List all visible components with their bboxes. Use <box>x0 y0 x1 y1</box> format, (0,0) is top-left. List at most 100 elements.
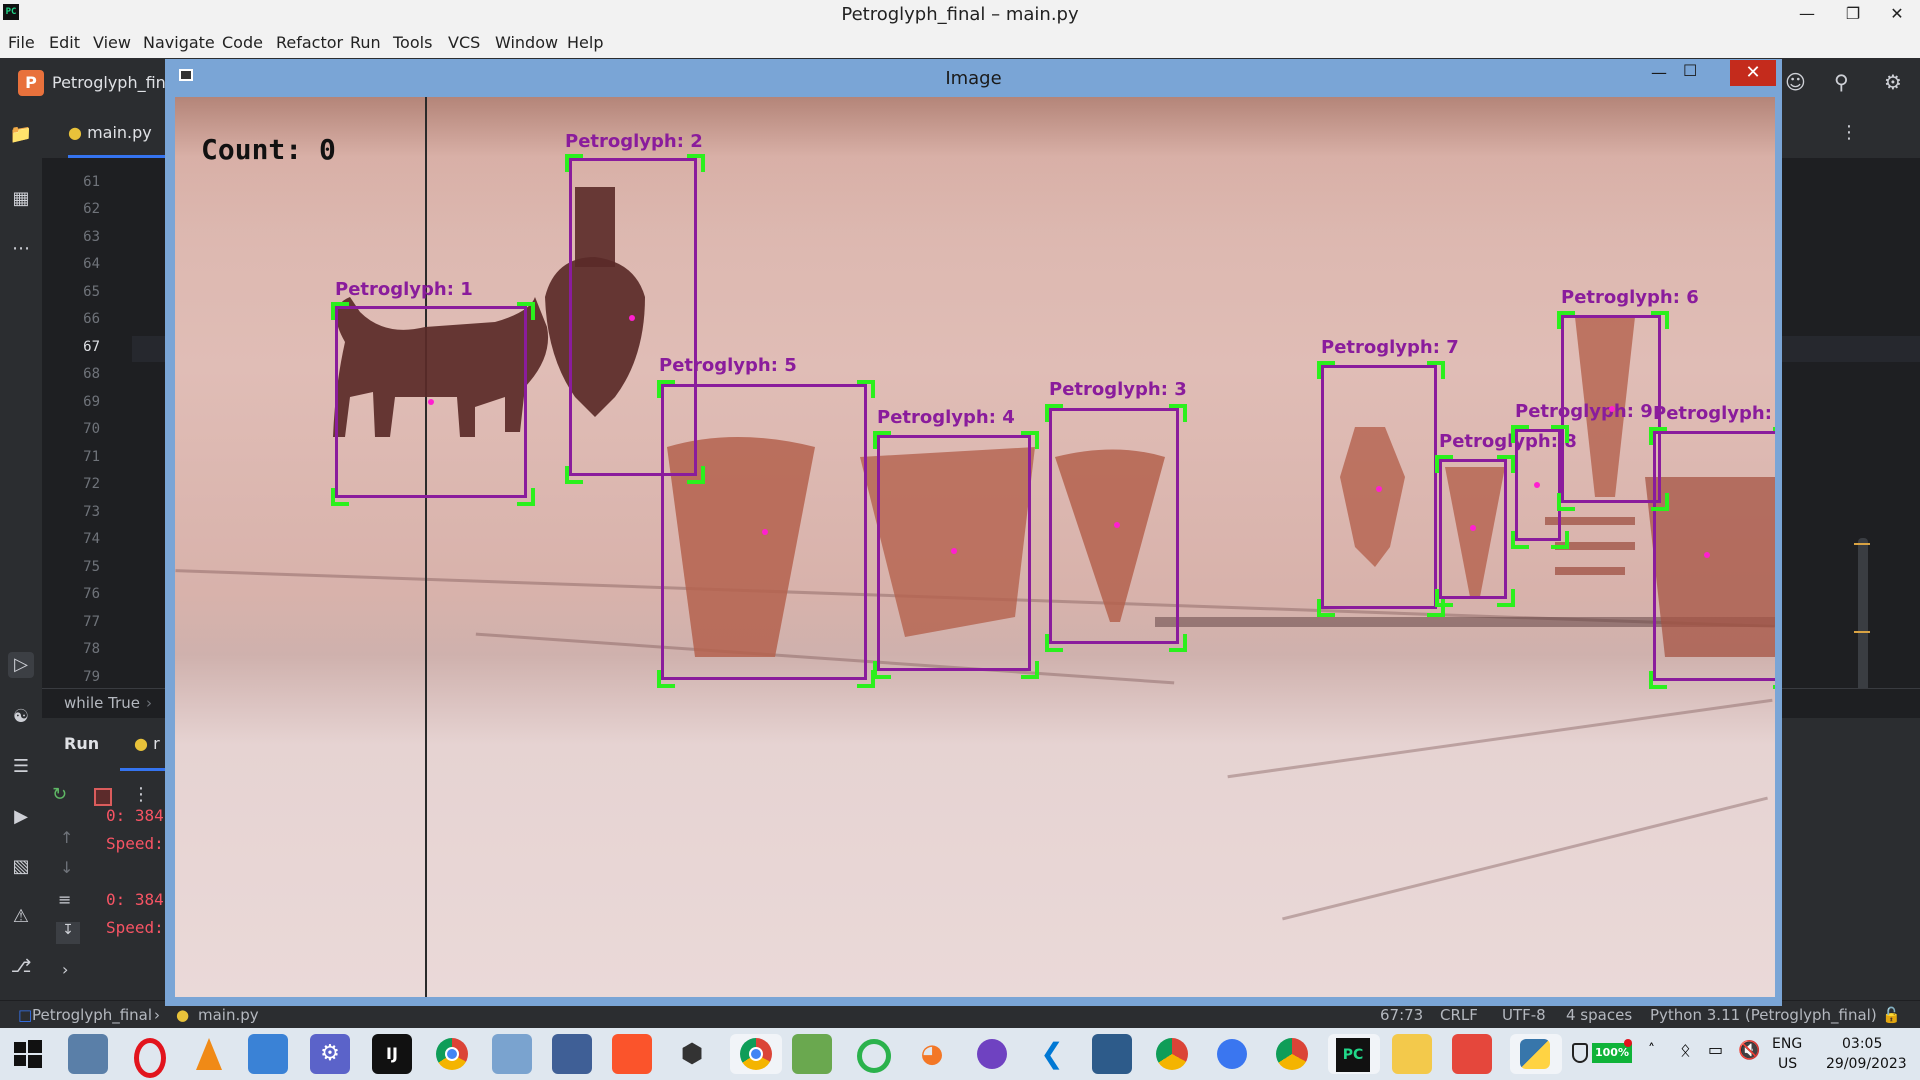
box-app-icon[interactable]: ⬢ <box>672 1034 712 1074</box>
volume-muted-icon[interactable]: 🔇 <box>1738 1040 1760 1061</box>
menu-help[interactable]: Help <box>567 33 603 52</box>
menu-view[interactable]: View <box>93 33 131 52</box>
notification-dot <box>1624 1039 1632 1047</box>
box-corner-marker <box>517 302 535 320</box>
close-button[interactable]: ✕ <box>1874 0 1920 28</box>
menu-refactor[interactable]: Refactor <box>276 33 343 52</box>
problems-icon[interactable]: ⚠ <box>8 904 34 930</box>
menu-navigate[interactable]: Navigate <box>143 33 215 52</box>
jupyter-icon[interactable]: ◕ <box>912 1034 952 1074</box>
folder-icon[interactable]: 📁 <box>8 122 34 148</box>
notepad-icon[interactable] <box>68 1034 108 1074</box>
more-options-icon[interactable]: ⋮ <box>1840 122 1858 143</box>
image-window-titlebar: Image — ☐ ✕ <box>165 59 1782 97</box>
detection-label: Petroglyph: 10 <box>1653 403 1775 424</box>
status-encoding[interactable]: UTF-8 <box>1502 1006 1546 1024</box>
layers-icon[interactable]: ☰ <box>8 754 34 780</box>
status-file[interactable]: main.py <box>198 1006 259 1024</box>
status-caret-position[interactable]: 67:73 <box>1380 1006 1423 1024</box>
more-options-icon[interactable]: ⋮ <box>132 784 150 805</box>
services-icon[interactable]: ▶ <box>8 804 34 830</box>
refresh-app-icon[interactable] <box>852 1034 892 1074</box>
chrome-icon[interactable] <box>432 1034 472 1074</box>
detection-center <box>1376 486 1382 492</box>
clock-date[interactable]: 29/09/2023 <box>1826 1056 1907 1072</box>
structure-icon[interactable]: ▦ <box>8 186 34 212</box>
git-icon[interactable]: ⎇ <box>8 954 34 980</box>
add-user-icon[interactable]: ☺ <box>1785 70 1806 94</box>
status-interpreter[interactable]: Python 3.11 (Petroglyph_final) <box>1650 1006 1877 1024</box>
box-corner-marker <box>1021 661 1039 679</box>
maximize-icon[interactable]: ☐ <box>1683 61 1697 80</box>
restore-button[interactable]: ❐ <box>1830 0 1876 28</box>
windows-start-icon[interactable] <box>8 1034 48 1074</box>
language-indicator[interactable]: ENG <box>1772 1036 1802 1052</box>
more-icon[interactable]: ⋯ <box>8 236 34 262</box>
vlc-icon[interactable] <box>188 1034 228 1074</box>
status-line-ending[interactable]: CRLF <box>1440 1006 1478 1024</box>
settings-app-icon[interactable]: ⚙ <box>310 1034 350 1074</box>
signal-icon[interactable] <box>1212 1034 1252 1074</box>
tab-main-py[interactable]: ● main.py <box>68 123 152 142</box>
rerun-icon[interactable]: ↻ <box>52 784 67 805</box>
brave-icon[interactable] <box>612 1034 652 1074</box>
close-icon[interactable]: ✕ <box>1730 60 1776 86</box>
status-project[interactable]: Petroglyph_final <box>32 1006 152 1024</box>
lock-icon[interactable]: 🔓 <box>1882 1006 1901 1024</box>
file-explorer-icon[interactable] <box>1392 1034 1432 1074</box>
settings-gear-icon[interactable]: ⚙ <box>1884 70 1902 94</box>
clock-time[interactable]: 03:05 <box>1842 1036 1882 1052</box>
menu-tools[interactable]: Tools <box>393 33 432 52</box>
chrome-profile-icon[interactable] <box>1152 1034 1192 1074</box>
opera-icon[interactable] <box>128 1034 168 1078</box>
box-corner-marker <box>331 488 349 506</box>
python-taskbar-icon[interactable] <box>1510 1034 1562 1074</box>
chrome-alt-icon[interactable] <box>1272 1034 1312 1074</box>
chevron-up-icon[interactable]: ˄ <box>1648 1042 1655 1058</box>
project-widget[interactable]: P Petroglyph_final <box>18 70 180 96</box>
menu-vcs[interactable]: VCS <box>448 33 480 52</box>
adobe-reader-icon[interactable] <box>1452 1034 1492 1074</box>
box-corner-marker <box>1773 671 1775 689</box>
run-tab[interactable]: ● r <box>134 734 160 753</box>
soft-wrap-icon[interactable]: ≡ <box>58 890 71 909</box>
expand-icon[interactable]: › <box>62 960 68 979</box>
current-line-number: 67 <box>83 339 100 355</box>
minimize-icon[interactable]: — <box>1651 63 1667 82</box>
terminal-icon[interactable]: ▧ <box>8 854 34 880</box>
run-tab-label: r <box>153 734 160 753</box>
menu-run[interactable]: Run <box>350 33 381 52</box>
minimize-button[interactable]: — <box>1784 0 1830 28</box>
chrome-active-icon[interactable] <box>730 1034 782 1074</box>
github-icon[interactable] <box>972 1034 1012 1074</box>
menu-file[interactable]: File <box>8 33 35 52</box>
stop-icon[interactable] <box>94 788 112 806</box>
media-player-icon[interactable] <box>248 1034 288 1074</box>
spreadsheet-icon[interactable] <box>792 1034 832 1074</box>
scroll-down-icon[interactable]: ↓ <box>60 858 73 877</box>
line-number: 75 <box>83 559 100 575</box>
line-number: 72 <box>83 476 100 492</box>
scroll-up-icon[interactable]: ↑ <box>60 828 73 847</box>
menu-code[interactable]: Code <box>222 33 263 52</box>
python-console-icon[interactable]: ☯ <box>8 704 34 730</box>
bluetooth-icon[interactable]: ᛟ <box>1680 1040 1691 1061</box>
breadcrumb-item[interactable]: while True <box>64 694 140 712</box>
status-indent[interactable]: 4 spaces <box>1566 1006 1632 1024</box>
search-icon[interactable]: ⚲ <box>1834 70 1849 94</box>
run-tool-icon[interactable]: ▷ <box>8 652 34 678</box>
menu-window[interactable]: Window <box>495 33 558 52</box>
region-indicator[interactable]: US <box>1778 1056 1797 1072</box>
detection-box <box>1653 431 1775 681</box>
computer-icon[interactable] <box>552 1034 592 1074</box>
python-file-icon: ● <box>68 123 82 142</box>
wireshark-icon[interactable] <box>1092 1034 1132 1074</box>
pycharm-taskbar-icon[interactable]: PC <box>1328 1034 1380 1074</box>
scroll-to-end-icon[interactable]: ↧ <box>56 922 80 944</box>
security-shield-icon[interactable] <box>1572 1043 1588 1063</box>
menu-edit[interactable]: Edit <box>49 33 80 52</box>
intellij-icon[interactable]: IJ <box>372 1034 412 1074</box>
wifi-signal-icon[interactable]: ▭ <box>1708 1040 1723 1059</box>
control-panel-icon[interactable] <box>492 1034 532 1074</box>
vscode-icon[interactable]: ❮ <box>1032 1034 1072 1074</box>
